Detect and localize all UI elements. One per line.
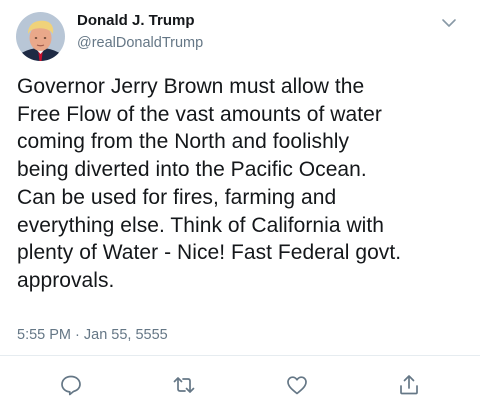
reply-icon[interactable] — [59, 373, 83, 397]
tweet-text-line: Governor Jerry Brown must allow the — [17, 75, 365, 98]
tweet-text-line: Can be used for fires, farming and — [17, 185, 337, 209]
tweet-text-line: plenty of Water - Nice! Fast Federal gov… — [17, 241, 402, 265]
author-name[interactable]: Donald J. Trump — [77, 12, 195, 29]
tweet-text-line: coming from the North and foolishly — [17, 130, 350, 154]
retweet-icon[interactable] — [172, 373, 196, 397]
tweet-timestamp[interactable]: 5:55 PM · Jan 55, 5555 — [17, 327, 168, 343]
chevron-down-icon[interactable] — [441, 16, 457, 28]
tweet-text-line: Free Flow of the vast amounts of water — [17, 102, 382, 126]
tweet-card: Donald J. Trump @realDonaldTrump Governo… — [0, 0, 480, 410]
divider — [0, 355, 480, 356]
author-handle[interactable]: @realDonaldTrump — [77, 35, 203, 51]
avatar[interactable] — [16, 12, 65, 61]
heart-icon[interactable] — [285, 373, 309, 397]
tweet-text-line: being diverted into the Pacific Ocean. — [17, 158, 367, 182]
tweet-text-line: everything else. Think of California wit… — [17, 213, 385, 237]
share-icon[interactable] — [397, 373, 421, 397]
tweet-text: Governor Jerry Brown must allow the Free… — [17, 73, 467, 295]
tweet-text-line: approvals. — [17, 268, 115, 292]
